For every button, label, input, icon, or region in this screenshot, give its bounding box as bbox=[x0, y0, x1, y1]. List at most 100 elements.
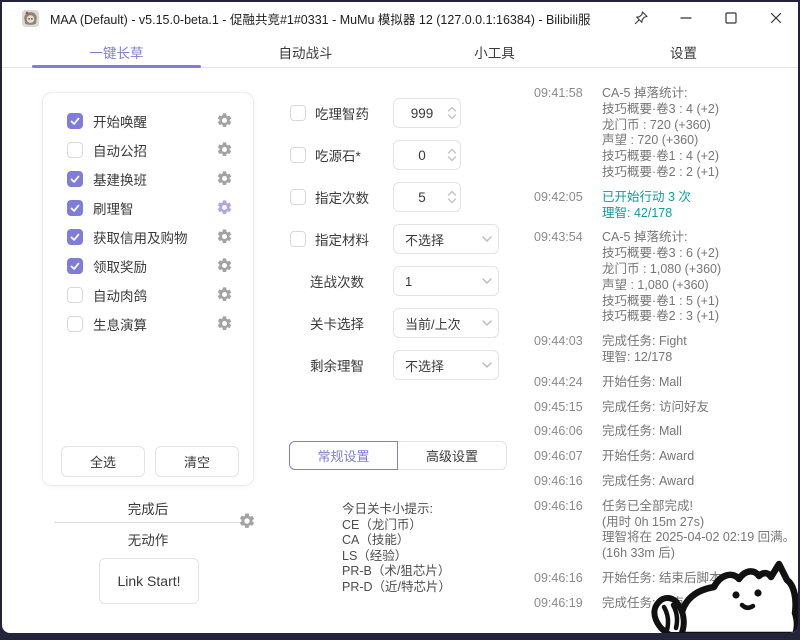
tab-farming[interactable]: 一键长草 bbox=[22, 36, 211, 68]
task-checkbox[interactable] bbox=[67, 171, 83, 187]
series-dropdown[interactable]: 1 bbox=[393, 266, 499, 296]
clear-button[interactable]: 清空 bbox=[155, 446, 239, 477]
log-content: 完成任务: Mall bbox=[602, 424, 796, 440]
log-time: 09:43:54 bbox=[534, 230, 591, 325]
stage-dropdown[interactable]: 当前/上次 bbox=[393, 308, 499, 338]
after-action-select[interactable]: 无动作 bbox=[42, 529, 254, 549]
fight-checkbox[interactable] bbox=[290, 231, 306, 247]
dropdown-value: 当前/上次 bbox=[394, 314, 476, 333]
task-settings-gear-icon[interactable] bbox=[216, 141, 233, 158]
fight-row-remaining-sanity: 剩余理智 不选择 bbox=[290, 344, 504, 386]
task-settings-gear-icon[interactable] bbox=[216, 199, 233, 216]
task-row-roguelike[interactable]: 自动肉鸽 bbox=[67, 280, 233, 309]
stepper-value: 999 bbox=[394, 106, 444, 121]
task-checkbox[interactable] bbox=[67, 316, 83, 332]
task-checkbox[interactable] bbox=[67, 287, 83, 303]
close-icon bbox=[767, 9, 785, 27]
log-entry: 09:45:15 完成任务: 访问好友 bbox=[534, 400, 796, 416]
log-entry: 09:43:54 CA-5 掉落统计:技巧概要·卷3 : 6 (+2)龙门币 :… bbox=[534, 230, 796, 325]
log-entry: 09:46:06 完成任务: Mall bbox=[534, 424, 796, 440]
fight-checkbox[interactable] bbox=[290, 147, 306, 163]
task-label: 开始唤醒 bbox=[93, 111, 147, 131]
stepper-value: 0 bbox=[394, 148, 444, 163]
log-time: 09:44:03 bbox=[534, 334, 591, 366]
log-panel[interactable]: 09:41:58 CA-5 掉落统计:技巧概要·卷3 : 4 (+2)龙门币 :… bbox=[534, 86, 796, 625]
log-content: 完成任务: 结束后脚本 bbox=[602, 596, 796, 612]
originite-stepper[interactable]: 0 bbox=[393, 140, 461, 170]
link-start-button[interactable]: Link Start! bbox=[99, 558, 199, 604]
task-checkbox[interactable] bbox=[67, 113, 83, 129]
chevron-down-icon bbox=[476, 357, 498, 373]
log-time: 09:41:58 bbox=[534, 86, 591, 181]
chevron-down-icon bbox=[476, 315, 498, 331]
fight-label: 吃源石* bbox=[315, 145, 393, 165]
stage-tips: 今日关卡小提示: CE（龙门币） CA（技能） LS（经验） PR-B（术/狙芯… bbox=[342, 502, 451, 596]
fight-row-material: 指定材料 不选择 bbox=[290, 218, 504, 260]
fight-settings-panel: 吃理智药 999 吃源石* 0 指定次数 5 指定材料 bbox=[290, 92, 504, 386]
task-buttons: 全选 清空 bbox=[61, 446, 239, 477]
fight-checkbox[interactable] bbox=[290, 189, 306, 205]
fight-checkbox[interactable] bbox=[290, 105, 306, 121]
after-action-section: 完成后 无动作 bbox=[42, 498, 254, 549]
log-content: 完成任务: Award bbox=[602, 474, 796, 490]
task-checkbox[interactable] bbox=[67, 258, 83, 274]
tips-line: CE（龙门币） bbox=[342, 518, 451, 534]
after-action-gear-icon[interactable] bbox=[238, 512, 256, 530]
close-button[interactable] bbox=[753, 3, 798, 33]
task-label: 生息演算 bbox=[93, 314, 147, 334]
chevron-down-icon bbox=[476, 273, 498, 289]
checkmark-icon bbox=[68, 114, 82, 128]
pin-button[interactable] bbox=[618, 3, 663, 33]
log-content: 完成任务: 访问好友 bbox=[602, 400, 796, 416]
fight-label: 连战次数 bbox=[310, 271, 393, 291]
remaining-sanity-dropdown[interactable]: 不选择 bbox=[393, 350, 499, 380]
maximize-button[interactable] bbox=[708, 3, 753, 33]
times-stepper[interactable]: 5 bbox=[393, 182, 461, 212]
minimize-button[interactable] bbox=[663, 3, 708, 33]
task-row-reclamation[interactable]: 生息演算 bbox=[67, 309, 233, 338]
advanced-settings-button[interactable]: 高级设置 bbox=[398, 441, 507, 470]
task-row-fight[interactable]: 刷理智 bbox=[67, 193, 233, 222]
task-label: 自动肉鸽 bbox=[93, 285, 147, 305]
tips-line: CA（技能） bbox=[342, 533, 451, 549]
select-all-button[interactable]: 全选 bbox=[61, 446, 145, 477]
task-label: 自动公招 bbox=[93, 140, 147, 160]
task-checkbox[interactable] bbox=[67, 229, 83, 245]
task-label: 获取信用及购物 bbox=[93, 227, 188, 247]
material-dropdown[interactable]: 不选择 bbox=[393, 224, 499, 254]
fight-row-sanity-potion: 吃理智药 999 bbox=[290, 92, 504, 134]
task-label: 刷理智 bbox=[93, 198, 134, 218]
log-time: 09:46:07 bbox=[534, 449, 591, 465]
window-title: MAA (Default) - v5.15.0-beta.1 - 促融共竞#1#… bbox=[50, 9, 591, 28]
log-content: CA-5 掉落统计:技巧概要·卷3 : 6 (+2)龙门币 : 1,080 (+… bbox=[602, 230, 796, 325]
task-settings-gear-icon[interactable] bbox=[216, 112, 233, 129]
sanity-potion-stepper[interactable]: 999 bbox=[393, 98, 461, 128]
log-time: 09:46:06 bbox=[534, 424, 591, 440]
task-row-award[interactable]: 领取奖励 bbox=[67, 251, 233, 280]
task-settings-gear-icon[interactable] bbox=[216, 170, 233, 187]
task-settings-gear-icon[interactable] bbox=[216, 228, 233, 245]
log-content: 开始任务: 结束后脚本 bbox=[602, 571, 796, 587]
after-action-label: 完成后 bbox=[128, 498, 169, 522]
task-row-mall[interactable]: 获取信用及购物 bbox=[67, 222, 233, 251]
settings-segment: 常规设置 高级设置 bbox=[289, 441, 507, 470]
app-window: MAA (Default) - v5.15.0-beta.1 - 促融共竞#1#… bbox=[2, 2, 798, 633]
task-settings-gear-icon[interactable] bbox=[216, 315, 233, 332]
task-row-base[interactable]: 基建换班 bbox=[67, 164, 233, 193]
window-controls bbox=[618, 3, 798, 33]
task-checkbox[interactable] bbox=[67, 200, 83, 216]
log-entry: 09:46:16 开始任务: 结束后脚本 bbox=[534, 571, 796, 587]
task-checkbox[interactable] bbox=[67, 142, 83, 158]
fight-label: 指定材料 bbox=[315, 229, 393, 249]
tab-copilot[interactable]: 自动战斗 bbox=[211, 36, 400, 68]
log-entry: 09:46:16 任务已全部完成!(用时 0h 15m 27s)理智将在 202… bbox=[534, 499, 796, 562]
app-logo-icon bbox=[22, 10, 39, 27]
log-content: 任务已全部完成!(用时 0h 15m 27s)理智将在 2025-04-02 0… bbox=[602, 499, 796, 562]
task-settings-gear-icon[interactable] bbox=[216, 257, 233, 274]
tab-settings[interactable]: 设置 bbox=[589, 36, 778, 68]
tab-tools[interactable]: 小工具 bbox=[400, 36, 589, 68]
task-row-wakeup[interactable]: 开始唤醒 bbox=[67, 106, 233, 135]
task-row-recruit[interactable]: 自动公招 bbox=[67, 135, 233, 164]
task-settings-gear-icon[interactable] bbox=[216, 286, 233, 303]
normal-settings-button[interactable]: 常规设置 bbox=[289, 441, 398, 470]
